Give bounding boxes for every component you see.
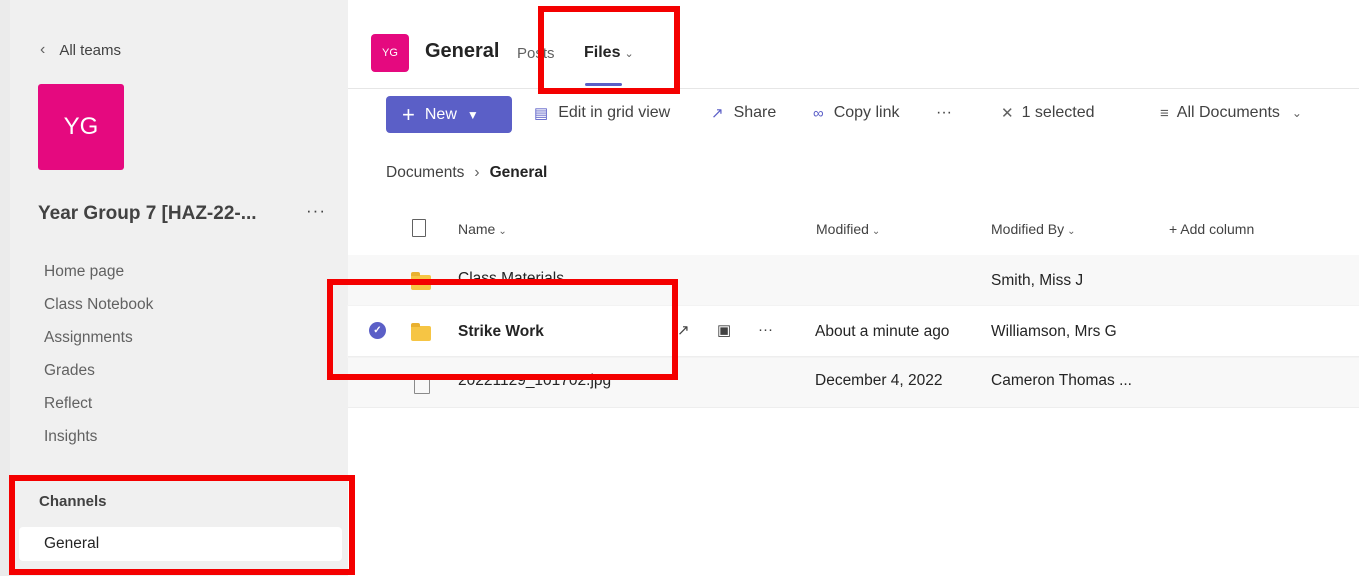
breadcrumb-current: General bbox=[489, 164, 548, 181]
team-more-options-button[interactable]: ··· bbox=[306, 201, 326, 221]
column-modified-by-label: Modified By bbox=[991, 221, 1065, 237]
share-button[interactable]: ↗ Share bbox=[711, 104, 776, 122]
modified-by: Williamson, Mrs G bbox=[991, 323, 1117, 340]
clear-selection-button[interactable]: ✕ 1 selected bbox=[1001, 104, 1095, 122]
modified-by: Cameron Thomas ... bbox=[991, 372, 1132, 389]
modified-date: December 4, 2022 bbox=[815, 372, 943, 389]
share-label: Share bbox=[733, 104, 777, 121]
channel-title: General bbox=[425, 40, 500, 62]
annotation-box-channels bbox=[9, 475, 355, 575]
chevron-left-icon: ‹ bbox=[40, 41, 46, 58]
chevron-down-icon: ▼ bbox=[466, 107, 479, 122]
list-icon: ≡ bbox=[1160, 104, 1169, 122]
channel-avatar: YG bbox=[371, 34, 409, 72]
chevron-down-icon: ⌄ bbox=[1291, 106, 1302, 120]
view-selector-label: All Documents bbox=[1176, 104, 1280, 121]
nav-item-assignments[interactable]: Assignments bbox=[44, 328, 153, 361]
column-name-label: Name bbox=[458, 221, 496, 237]
new-button-label: New bbox=[424, 105, 457, 123]
team-name: Year Group 7 [HAZ-22-... bbox=[38, 203, 257, 224]
all-teams-link[interactable]: ‹ All teams bbox=[40, 41, 121, 59]
nav-item-class-notebook[interactable]: Class Notebook bbox=[44, 295, 153, 328]
plus-icon: + bbox=[402, 101, 415, 127]
row-more-button[interactable]: ··· bbox=[758, 321, 773, 338]
breadcrumb: Documents › General bbox=[386, 164, 547, 182]
share-icon[interactable]: ↗ bbox=[677, 321, 690, 339]
column-header-modified[interactable]: Modified ⌄ bbox=[816, 221, 880, 237]
new-button[interactable]: + New ▼ bbox=[386, 96, 512, 133]
all-teams-label: All teams bbox=[59, 41, 122, 59]
plus-icon: + bbox=[1169, 221, 1181, 237]
annotation-box-files-tab bbox=[538, 6, 680, 94]
chat-icon[interactable]: ▣ bbox=[717, 321, 731, 339]
chevron-down-icon: ⌄ bbox=[871, 226, 881, 237]
add-column-button[interactable]: + Add column bbox=[1169, 221, 1254, 237]
more-actions-button[interactable]: ··· bbox=[936, 104, 952, 122]
team-nav: Home page Class Notebook Assignments Gra… bbox=[44, 262, 153, 460]
add-column-label: Add column bbox=[1180, 221, 1255, 237]
file-type-icon bbox=[412, 219, 426, 237]
header-divider bbox=[348, 88, 1359, 89]
nav-item-grades[interactable]: Grades bbox=[44, 361, 153, 394]
chevron-right-icon: › bbox=[474, 164, 480, 181]
nav-item-reflect[interactable]: Reflect bbox=[44, 394, 153, 427]
close-icon: ✕ bbox=[1001, 105, 1014, 122]
link-icon: ∞ bbox=[813, 104, 824, 122]
nav-item-insights[interactable]: Insights bbox=[44, 427, 153, 460]
modified-date: About a minute ago bbox=[815, 323, 950, 340]
copy-link-label: Copy link bbox=[833, 104, 900, 121]
view-selector[interactable]: ≡ All Documents ⌄ bbox=[1160, 104, 1302, 122]
share-icon: ↗ bbox=[711, 105, 724, 122]
column-modified-label: Modified bbox=[816, 221, 869, 237]
column-header-name[interactable]: Name ⌄ bbox=[458, 221, 507, 237]
breadcrumb-documents[interactable]: Documents bbox=[386, 164, 464, 182]
chevron-down-icon: ⌄ bbox=[1067, 226, 1076, 237]
grid-icon: ▤ bbox=[534, 105, 549, 122]
copy-link-button[interactable]: ∞ Copy link bbox=[813, 104, 900, 122]
edit-grid-view-label: Edit in grid view bbox=[558, 104, 671, 121]
chevron-down-icon: ⌄ bbox=[498, 226, 507, 237]
team-avatar: YG bbox=[38, 84, 124, 170]
modified-by: Smith, Miss J bbox=[991, 272, 1084, 289]
annotation-box-strike-work bbox=[327, 279, 678, 380]
nav-item-home-page[interactable]: Home page bbox=[44, 262, 153, 295]
edit-grid-view-button[interactable]: ▤ Edit in grid view bbox=[534, 104, 670, 122]
column-header-modified-by[interactable]: Modified By ⌄ bbox=[991, 221, 1076, 237]
selected-count-label: 1 selected bbox=[1021, 104, 1095, 121]
